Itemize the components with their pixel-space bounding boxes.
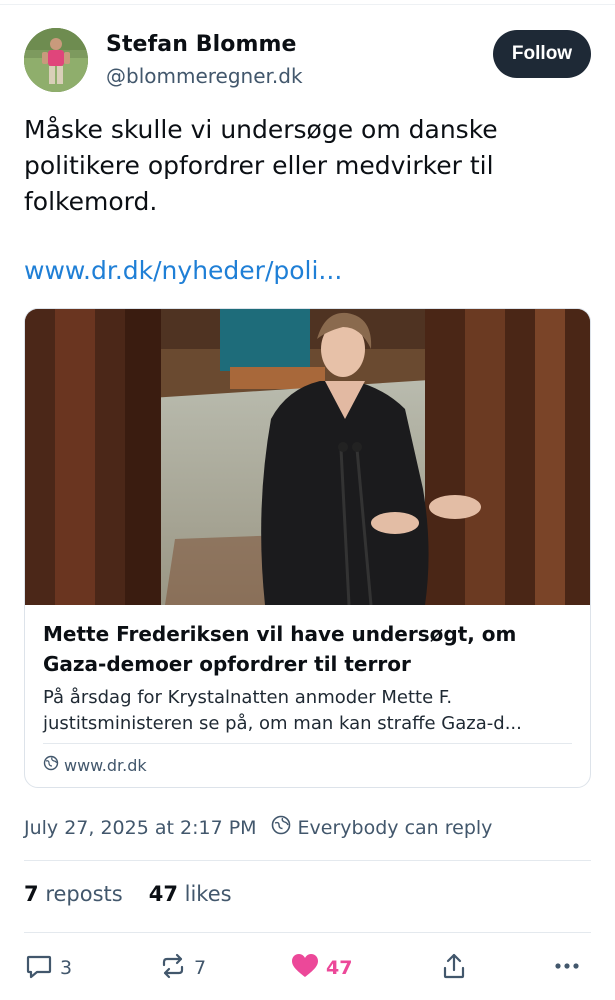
reposts-stat[interactable]: 7 reposts <box>24 882 123 906</box>
reply-icon <box>24 951 54 986</box>
card-divider <box>43 743 572 744</box>
author-name[interactable]: Stefan Blomme <box>106 32 297 57</box>
avatar[interactable] <box>24 28 88 92</box>
heart-icon <box>290 951 320 986</box>
card-domain-text: www.dr.dk <box>64 755 147 775</box>
card-title: Mette Frederiksen vil have undersøgt, om… <box>43 622 517 676</box>
post-meta: July 27, 2025 at 2:17 PM Everybody can r… <box>24 815 492 840</box>
share-button[interactable] <box>440 950 468 986</box>
likes-count: 47 <box>148 882 178 906</box>
post-stats: 7 reposts 47 likes <box>24 882 232 906</box>
action-bar: 3 7 47 <box>24 950 591 986</box>
reposts-count: 7 <box>24 882 39 906</box>
reply-button[interactable]: 3 <box>24 950 72 986</box>
follow-button[interactable]: Follow <box>493 30 591 78</box>
divider <box>24 860 591 861</box>
post-header: Stefan Blomme @blommeregner.dk Follow <box>24 28 591 92</box>
divider <box>24 932 591 933</box>
reply-setting: Everybody can reply <box>271 815 493 840</box>
card-description: På årsdag for Krystalnatten anmoder Mett… <box>43 687 522 734</box>
author-handle[interactable]: @blommeregner.dk <box>106 64 303 88</box>
repost-icon <box>158 951 188 986</box>
card-domain: www.dr.dk <box>43 755 147 775</box>
globe-icon <box>43 755 59 775</box>
share-icon <box>440 951 468 986</box>
post-link[interactable]: www.dr.dk/nyheder/poli... <box>24 256 342 285</box>
reposts-label: reposts <box>45 882 123 906</box>
reply-count: 3 <box>60 957 73 979</box>
reply-setting-text: Everybody can reply <box>297 816 493 839</box>
preview-image <box>25 309 590 606</box>
post-timestamp[interactable]: July 27, 2025 at 2:17 PM <box>24 817 257 839</box>
more-options-button[interactable] <box>552 950 582 986</box>
link-preview-card[interactable]: Mette Frederiksen vil have undersøgt, om… <box>24 308 591 788</box>
more-icon <box>552 951 582 986</box>
top-divider <box>0 4 615 5</box>
like-button[interactable]: 47 <box>290 950 352 986</box>
repost-count: 7 <box>194 957 207 979</box>
like-count: 47 <box>326 957 353 979</box>
post-text: Måske skulle vi undersøge om danske poli… <box>24 115 498 216</box>
likes-label: likes <box>184 882 232 906</box>
likes-stat[interactable]: 47 likes <box>149 882 232 906</box>
repost-button[interactable]: 7 <box>158 950 206 986</box>
reply-setting-icon <box>271 815 291 840</box>
